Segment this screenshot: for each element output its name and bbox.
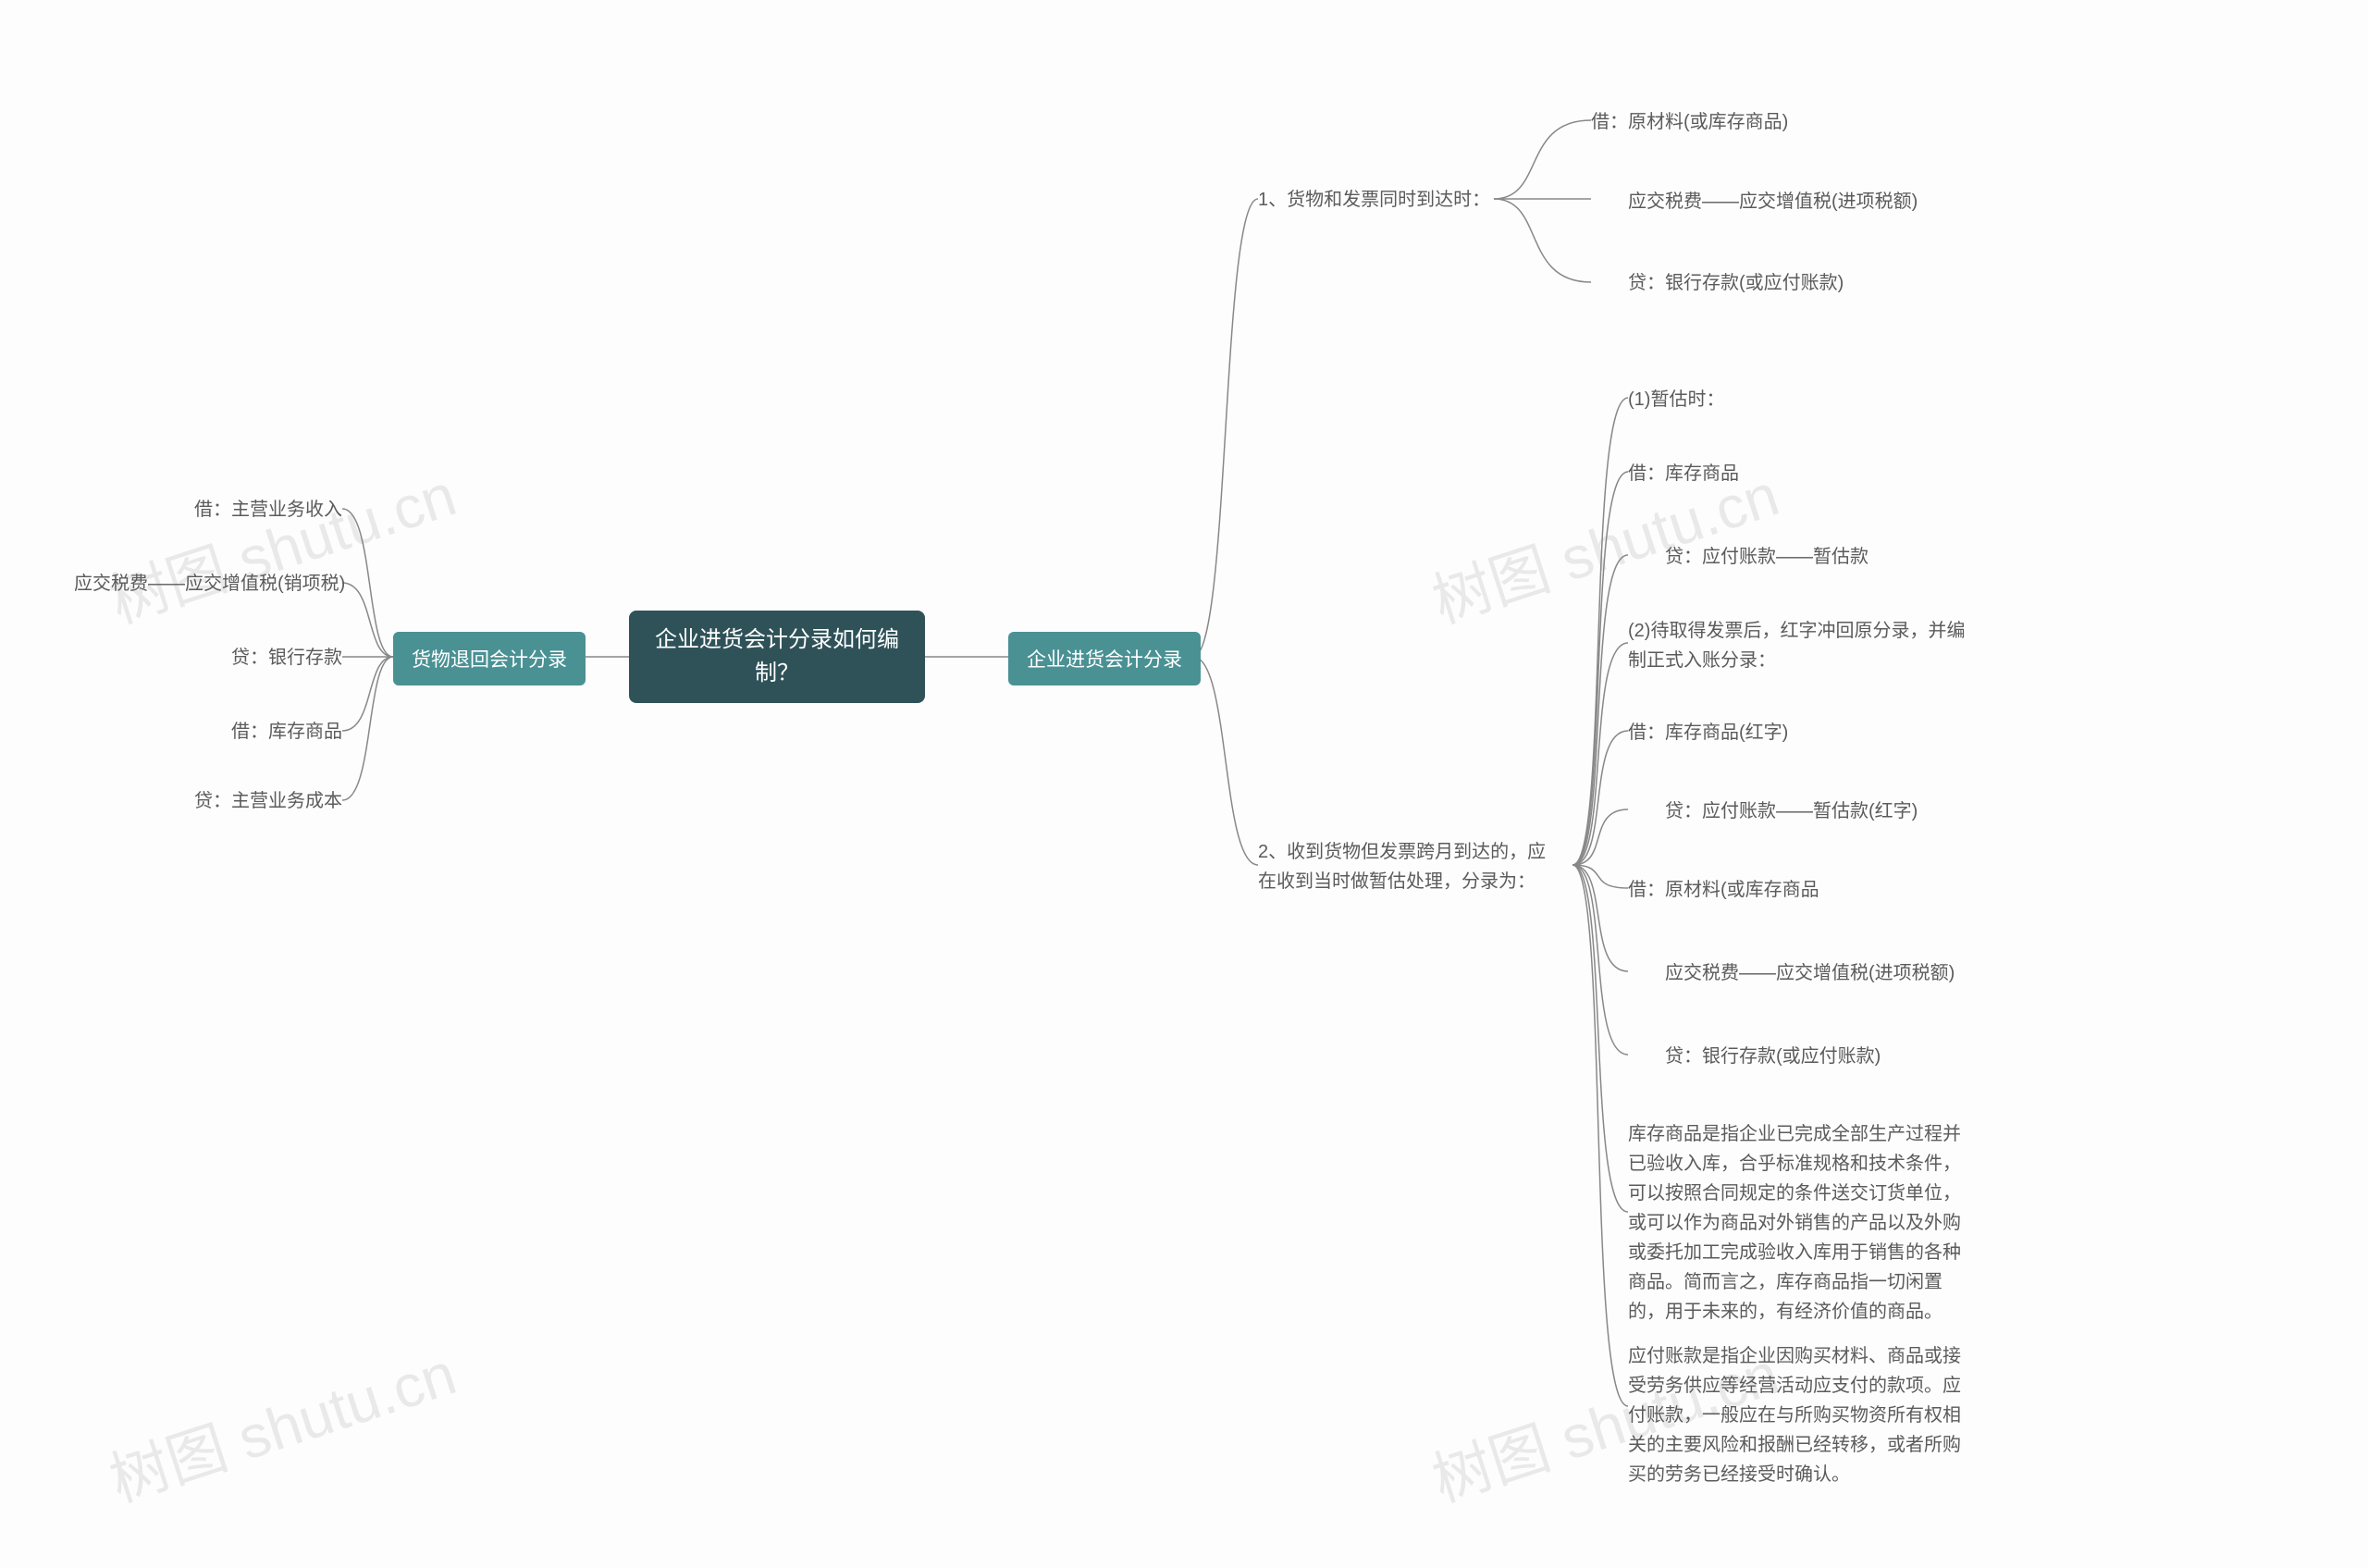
group2-title[interactable]: 2、收到货物但发票跨月到达的，应在收到当时做暂估处理，分录为：	[1258, 837, 1563, 896]
branch-left[interactable]: 货物退回会计分录	[393, 632, 586, 685]
group2-item[interactable]: 借：库存商品(红字)	[1628, 718, 1788, 747]
watermark: 树图 shutu.cn	[98, 444, 476, 639]
group2-item[interactable]: (2)待取得发票后，红字冲回原分录，并编制正式入账分录：	[1628, 616, 1970, 675]
watermark: 树图 shutu.cn	[98, 1323, 476, 1518]
group2-item-paragraph[interactable]: 应付账款是指企业因购买材料、商品或接受劳务供应等经营活动应支付的款项。应付账款，…	[1628, 1341, 1970, 1489]
group2-item[interactable]: 借：库存商品	[1628, 459, 1739, 488]
group2-item[interactable]: 贷：应付账款——暂估款(红字)	[1628, 796, 1918, 826]
left-item[interactable]: 贷：银行存款	[74, 643, 342, 673]
group1-title[interactable]: 1、货物和发票同时到达时：	[1258, 185, 1490, 215]
group2-item[interactable]: 应交税费——应交增值税(进项税额)	[1628, 958, 1955, 988]
left-item[interactable]: 借：库存商品	[74, 717, 342, 747]
group2-item[interactable]: (1)暂估时：	[1628, 385, 1724, 414]
group2-item[interactable]: 借：原材料(或库存商品	[1628, 875, 1819, 905]
center-topic[interactable]: 企业进货会计分录如何编制？	[629, 611, 925, 703]
branch-right[interactable]: 企业进货会计分录	[1008, 632, 1201, 685]
left-item[interactable]: 应交税费——应交增值税(销项税)	[74, 569, 342, 599]
connectors	[0, 0, 2368, 1568]
left-item[interactable]: 贷：主营业务成本	[74, 786, 342, 816]
left-item[interactable]: 借：主营业务收入	[74, 495, 342, 525]
group2-item[interactable]: 贷：应付账款——暂估款	[1628, 542, 1868, 572]
group1-item[interactable]: 应交税费——应交增值税(进项税额)	[1591, 187, 1918, 216]
mindmap-canvas: 树图 shutu.cn 树图 shutu.cn 树图 shutu.cn 树图 s…	[0, 0, 2368, 1568]
group1-item[interactable]: 借：原材料(或库存商品)	[1591, 107, 1788, 137]
group2-item-paragraph[interactable]: 库存商品是指企业已完成全部生产过程并已验收入库，合乎标准规格和技术条件，可以按照…	[1628, 1119, 1970, 1327]
group1-item[interactable]: 贷：银行存款(或应付账款)	[1591, 268, 1844, 298]
group2-item[interactable]: 贷：银行存款(或应付账款)	[1628, 1042, 1881, 1071]
